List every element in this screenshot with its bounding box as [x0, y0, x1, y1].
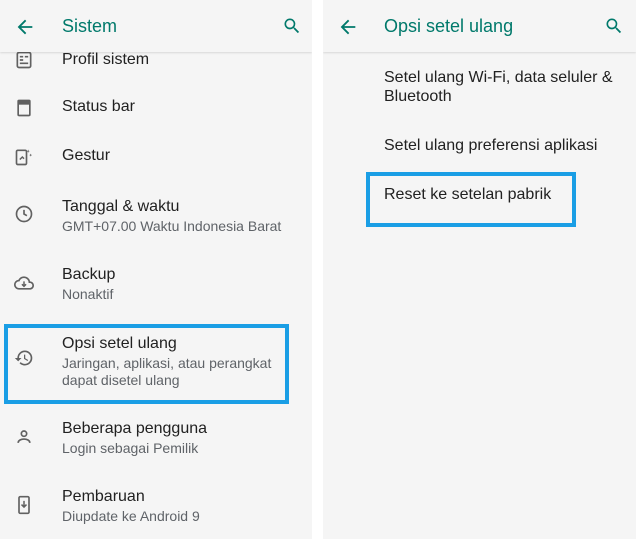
- settings-item-tanggal-waktu[interactable]: Tanggal & waktu GMT+07.00 Waktu Indonesi…: [0, 188, 312, 240]
- settings-item-title: Backup: [62, 266, 116, 283]
- gesture-icon: [15, 149, 33, 166]
- highlight-box: [4, 324, 289, 404]
- cloud-backup-icon: [14, 276, 34, 290]
- settings-item-title: Status bar: [62, 98, 135, 115]
- back-arrow-icon[interactable]: [14, 16, 36, 38]
- system-update-icon: [18, 495, 30, 515]
- settings-item-title: Pembaruan: [62, 488, 145, 505]
- settings-item-subtitle: GMT+07.00 Waktu Indonesia Barat: [62, 218, 282, 234]
- system-profile-icon: [16, 51, 32, 69]
- settings-system-screen: Sistem Profil sistem Status bar Gestur T…: [0, 0, 312, 539]
- reset-wifi-option[interactable]: Setel ulang Wi-Fi, data seluler & Blueto…: [384, 68, 622, 106]
- settings-item-pembaruan[interactable]: Pembaruan Diupdate ke Android 9: [0, 478, 312, 530]
- settings-item-subtitle: Login sebagai Pemilik: [62, 440, 199, 456]
- settings-item-subtitle: Diupdate ke Android 9: [62, 508, 200, 524]
- status-bar-icon: [17, 99, 31, 117]
- settings-item-status-bar[interactable]: Status bar: [0, 88, 312, 128]
- reset-options-screen: Opsi setel ulang Setel ulang Wi-Fi, data…: [323, 0, 636, 539]
- back-arrow-icon[interactable]: [337, 16, 359, 38]
- settings-item-title: Beberapa pengguna: [62, 420, 208, 437]
- settings-item-title: Tanggal & waktu: [62, 198, 180, 215]
- clock-icon: [15, 205, 33, 223]
- highlight-box: [366, 172, 576, 227]
- settings-item-profil-sistem[interactable]: Profil sistem: [0, 48, 312, 78]
- settings-item-gestur[interactable]: Gestur: [0, 137, 312, 177]
- search-icon[interactable]: [282, 16, 302, 36]
- page-title: Sistem: [62, 16, 118, 36]
- app-bar: Sistem: [0, 0, 312, 52]
- settings-item-beberapa-pengguna[interactable]: Beberapa pengguna Login sebagai Pemilik: [0, 410, 312, 462]
- reset-app-preferences-option[interactable]: Setel ulang preferensi aplikasi: [384, 136, 622, 155]
- person-icon: [17, 430, 31, 443]
- search-icon[interactable]: [604, 16, 624, 36]
- app-bar: Opsi setel ulang: [323, 0, 636, 52]
- settings-item-title: Profil sistem: [62, 51, 150, 68]
- settings-item-title: Gestur: [62, 147, 111, 164]
- page-title: Opsi setel ulang: [384, 16, 514, 36]
- settings-item-backup[interactable]: Backup Nonaktif: [0, 256, 312, 308]
- settings-item-subtitle: Nonaktif: [62, 286, 114, 302]
